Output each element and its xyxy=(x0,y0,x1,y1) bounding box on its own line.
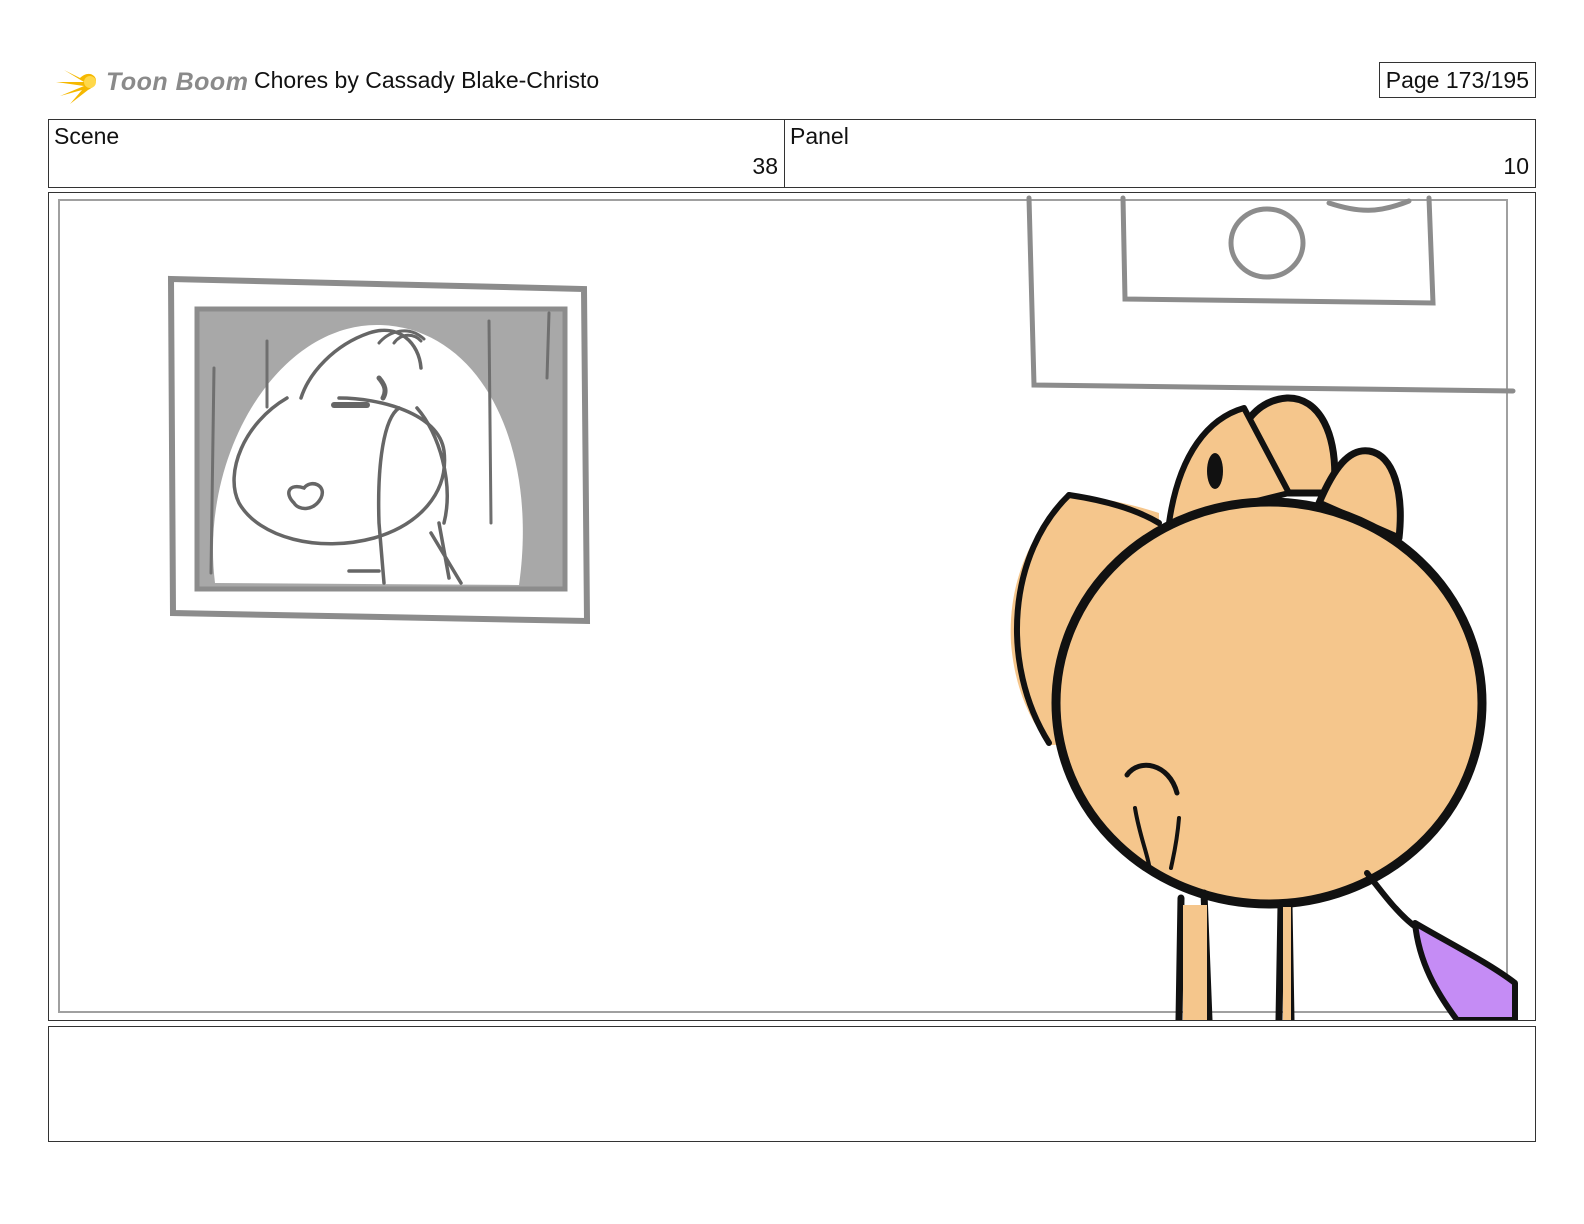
page-number: Page 173/195 xyxy=(1378,62,1536,98)
document-title: Chores by Cassady Blake-Christo xyxy=(254,67,600,93)
toon-boom-logo: Toon Boom xyxy=(50,56,248,108)
storyboard-drawing xyxy=(58,195,1518,1020)
page-header: Toon Boom Chores by Cassady Blake-Christ… xyxy=(48,52,1536,112)
background-furniture xyxy=(1026,195,1516,394)
wall-picture xyxy=(167,275,591,625)
logo-text: Toon Boom xyxy=(106,68,249,96)
panel-label: Panel xyxy=(790,123,849,149)
storyboard-frame xyxy=(48,192,1536,1021)
scene-number: 38 xyxy=(752,153,778,179)
panel-number: 10 xyxy=(1503,153,1529,179)
panel-cell: Panel 10 xyxy=(785,120,1535,187)
notes-box xyxy=(48,1026,1536,1142)
scene-panel-info: Scene 38 Panel 10 xyxy=(48,119,1536,188)
flame-icon xyxy=(54,66,96,104)
scene-cell: Scene 38 xyxy=(49,120,785,187)
character-back-view xyxy=(1010,394,1518,1020)
scene-label: Scene xyxy=(54,123,120,149)
